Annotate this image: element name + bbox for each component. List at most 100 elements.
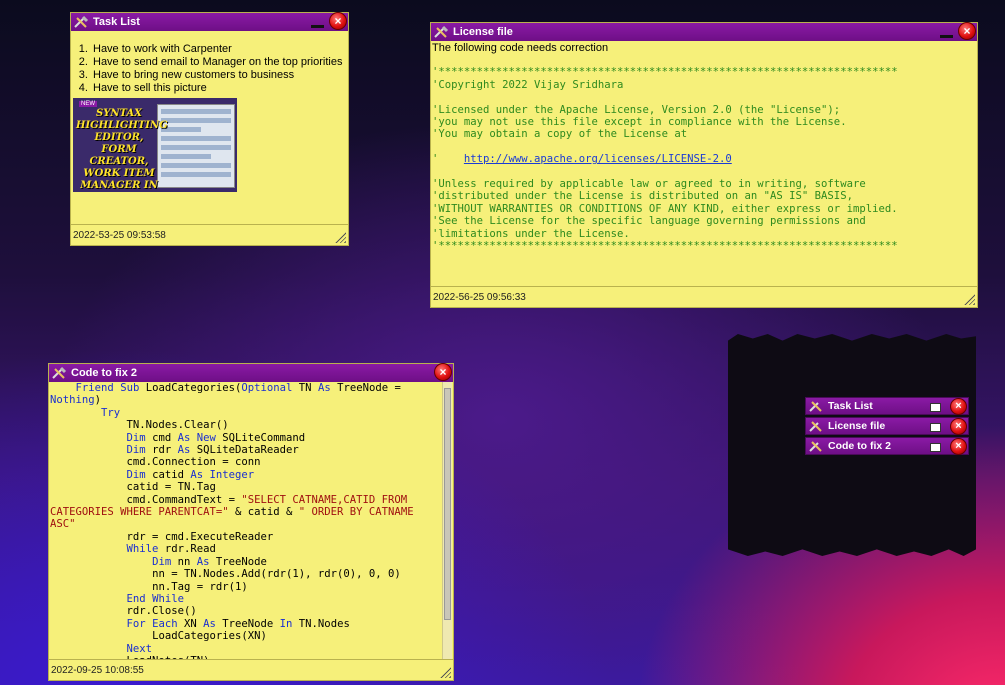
code-text: nn — [171, 555, 197, 568]
code-line: Dim catid As Integer — [50, 469, 441, 481]
code-titlebar[interactable]: Code to fix 2 × — [49, 363, 453, 382]
code-keyword: End — [126, 592, 146, 605]
task-items: Have to work with Carpenter Have to send… — [71, 43, 348, 95]
license-line: 'Licensed under the Apache License, Vers… — [432, 103, 841, 116]
code-text: cmd.Connection = conn — [50, 456, 261, 469]
code-line: cmd.CommandText = "SELECT CATNAME,CATID … — [50, 494, 441, 506]
dock-item-label: Task List — [828, 400, 873, 412]
code-string: CATEGORIES WHERE PARENTCAT=" — [50, 506, 229, 519]
code-line: nn.Tag = rdr(1) — [50, 581, 441, 593]
minimize-button[interactable] — [311, 25, 324, 28]
license-line: ​ — [432, 141, 975, 153]
code-line: cmd.Connection = conn — [50, 456, 441, 468]
close-button[interactable]: × — [950, 418, 967, 435]
license-line: ​ — [432, 91, 975, 103]
tools-icon — [74, 15, 90, 29]
code-keyword: Dim — [126, 444, 146, 457]
dock-item-task-list[interactable]: Task List × — [805, 397, 969, 415]
close-button[interactable]: × — [434, 363, 452, 381]
license-line: 'You may obtain a copy of the License at — [432, 128, 688, 141]
close-button[interactable]: × — [329, 12, 347, 30]
vertical-scrollbar[interactable] — [442, 382, 452, 659]
dock-item-code-to-fix-2[interactable]: Code to fix 2 × — [805, 437, 969, 455]
code-line: Next — [50, 643, 441, 655]
restore-button[interactable] — [930, 443, 941, 452]
code-keyword: Each — [152, 617, 178, 630]
license-titlebar[interactable]: License file × — [431, 22, 977, 41]
code-editor[interactable]: Friend Sub LoadCategories(Optional TN As… — [50, 382, 441, 659]
code-keyword: As — [190, 468, 204, 481]
resize-grip-icon[interactable] — [964, 294, 975, 305]
code-line: Nothing) — [50, 394, 441, 406]
code-text: TreeNode — [215, 617, 280, 630]
code-line: LoadCategories(XN) — [50, 630, 441, 642]
dock-item-label: License file — [828, 420, 886, 432]
license-line: 'limitations under the License. — [432, 227, 630, 240]
minimize-button[interactable] — [940, 35, 953, 38]
close-button[interactable]: × — [950, 438, 967, 455]
code-keyword: As — [196, 555, 210, 568]
code-text: SQLiteDataReader — [190, 444, 299, 457]
scrollbar-thumb[interactable] — [444, 388, 451, 620]
task-item: Have to sell this picture — [91, 82, 348, 95]
code-keyword: Nothing — [50, 394, 95, 407]
code-keyword: Optional — [241, 382, 293, 394]
comment-marker: ' — [432, 153, 464, 166]
code-note[interactable]: Code to fix 2 × Friend Sub LoadCategorie… — [48, 363, 454, 681]
code-text: rdr.Close() — [50, 605, 197, 618]
license-link-line: ' http://www.apache.org/licenses/LICENSE… — [432, 153, 975, 165]
code-text: cmd.CommandText = — [50, 493, 242, 506]
code-keyword: Try — [101, 406, 121, 419]
restore-button[interactable] — [930, 423, 941, 432]
code-line: End While — [50, 593, 441, 605]
license-title: License file — [453, 26, 513, 38]
code-line: Dim rdr As SQLiteDataReader — [50, 444, 441, 456]
resize-grip-icon[interactable] — [440, 667, 451, 678]
license-line: ​ — [432, 166, 975, 178]
code-text: TreeNode = — [330, 382, 408, 394]
code-text: LoadCategories( — [139, 382, 242, 394]
license-link[interactable]: http://www.apache.org/licenses/LICENSE-2… — [464, 153, 732, 165]
task-item: Have to work with Carpenter — [91, 43, 348, 56]
code-keyword: Sub — [120, 382, 140, 394]
code-keyword: As — [317, 382, 331, 394]
code-line: Friend Sub LoadCategories(Optional TN As… — [50, 382, 441, 394]
code-line: nn = TN.Nodes.Add(rdr(1), rdr(0), 0, 0) — [50, 568, 441, 580]
code-text: LoadCategories(XN) — [50, 630, 267, 643]
image-caption: SYNTAX HIGHLIGHTING EDITOR, FORM CREATOR… — [76, 108, 168, 191]
code-keyword: While — [126, 543, 159, 556]
close-button[interactable]: × — [950, 398, 967, 415]
task-list-note[interactable]: Task List × Have to work with Carpenter … — [70, 12, 349, 246]
task-list-titlebar[interactable]: Task List × — [71, 12, 348, 31]
close-button[interactable]: × — [958, 22, 976, 40]
code-line: catid = TN.Tag — [50, 481, 441, 493]
timestamp-text: 2022-56-25 09:56:33 — [433, 291, 526, 303]
resize-grip-icon[interactable] — [335, 232, 346, 243]
code-line: Dim cmd As New SQLiteCommand — [50, 432, 441, 444]
code-keyword: While — [152, 592, 184, 605]
code-text: nn.Tag = rdr(1) — [50, 580, 248, 593]
license-line: 'See the License for the specific langua… — [432, 215, 866, 228]
code-text: SQLiteCommand — [215, 431, 306, 444]
timestamp-text: 2022-09-25 10:08:55 — [51, 664, 144, 676]
tools-icon — [809, 439, 825, 453]
code-title: Code to fix 2 — [71, 367, 138, 379]
code-line: CATEGORIES WHERE PARENTCAT=" & catid & "… — [50, 506, 441, 518]
task-item: Have to bring new customers to business — [91, 69, 348, 82]
license-file-note[interactable]: License file × The following code needs … — [430, 22, 978, 308]
dock-item-license-file[interactable]: License file × — [805, 417, 969, 435]
code-line: While rdr.Read — [50, 543, 441, 555]
code-line: TN.Nodes.Clear() — [50, 419, 441, 431]
image-badge: NEW — [79, 101, 97, 107]
restore-button[interactable] — [930, 403, 941, 412]
code-keyword: As — [203, 617, 216, 630]
code-keyword: Next — [126, 642, 153, 655]
code-text: cmd — [145, 431, 178, 444]
code-text: rdr = cmd.ExecuteReader — [50, 530, 274, 543]
